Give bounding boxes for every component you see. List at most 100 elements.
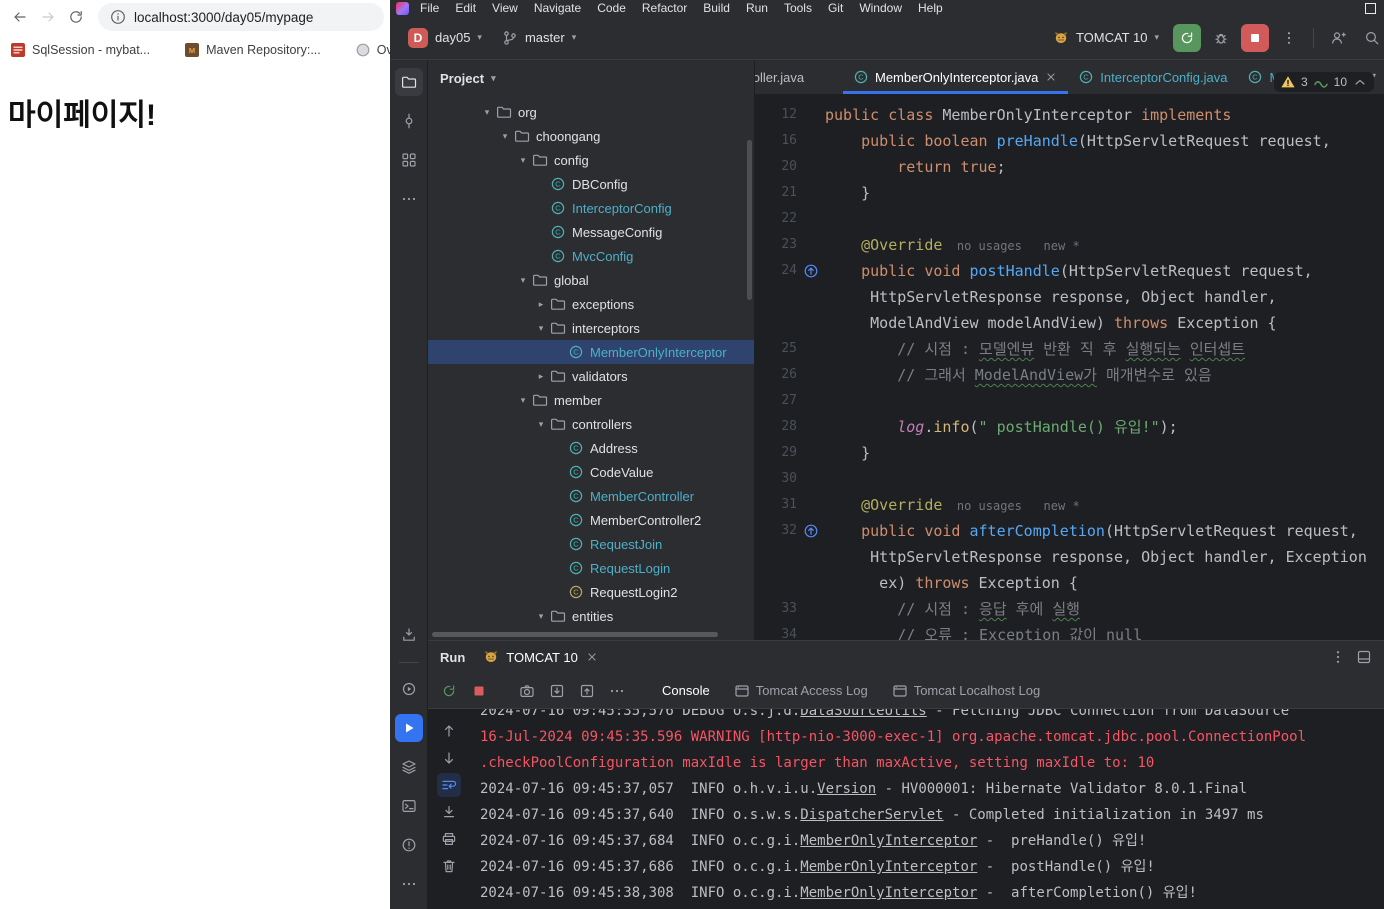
tree-item-entities[interactable]: ▾ entities [428, 604, 754, 628]
menu-edit[interactable]: Edit [448, 1, 483, 15]
dependencies-icon[interactable] [395, 621, 423, 649]
tree-item-exceptions[interactable]: ▸ exceptions [428, 292, 754, 316]
chevron-right-icon[interactable]: ▸ [532, 299, 550, 310]
console-output[interactable]: 2024-07-16 09:45:35,576 DEBUG o.s.j.d.Da… [470, 709, 1384, 909]
tree-item-org[interactable]: ▾ org [428, 100, 754, 124]
tree-item-MemberController2[interactable]: C MemberController2 [428, 508, 754, 532]
menu-build[interactable]: Build [696, 1, 737, 15]
bookmark-item[interactable]: M Maven Repository:... [184, 42, 321, 58]
vertical-scrollbar[interactable] [747, 140, 752, 300]
stop-button[interactable] [1241, 23, 1269, 52]
console-class-link[interactable]: MemberOnlyInterceptor [800, 859, 977, 875]
menu-code[interactable]: Code [590, 1, 633, 15]
tree-item-global[interactable]: ▾ global [428, 268, 754, 292]
console-class-link[interactable]: MemberOnlyInterceptor [800, 833, 977, 849]
tree-item-RequestJoin[interactable]: C RequestJoin [428, 532, 754, 556]
overriding-method-icon[interactable] [797, 518, 825, 544]
thread-dump-button[interactable] [514, 678, 540, 704]
tree-item-interceptors[interactable]: ▾ interceptors [428, 316, 754, 340]
terminal-icon[interactable] [395, 792, 423, 820]
tree-item-MemberController[interactable]: C MemberController [428, 484, 754, 508]
tree-item-member[interactable]: ▾ member [428, 388, 754, 412]
chevron-down-icon[interactable]: ▾ [514, 395, 532, 406]
site-info-icon[interactable] [110, 9, 126, 25]
export-button[interactable] [574, 678, 600, 704]
chevron-down-icon[interactable]: ▾ [532, 611, 550, 622]
import-button[interactable] [544, 678, 570, 704]
bookmark-item[interactable]: Overview [355, 42, 390, 58]
menu-window[interactable]: Window [852, 1, 909, 15]
tree-item-config[interactable]: ▾ config [428, 148, 754, 172]
refresh-button[interactable] [62, 3, 90, 31]
menu-file[interactable]: File [413, 1, 446, 15]
console-tab-console[interactable]: Console [652, 679, 720, 702]
tree-item-MemberOnlyInterceptor[interactable]: C MemberOnlyInterceptor [428, 340, 754, 364]
hide-panel-icon[interactable] [1356, 649, 1372, 665]
inspections-widget[interactable]: 3 10 [1273, 72, 1374, 92]
tree-item-DBConfig[interactable]: C DBConfig [428, 172, 754, 196]
rerun-button[interactable] [436, 678, 462, 704]
horizontal-scrollbar[interactable] [432, 632, 718, 637]
more-button[interactable] [604, 678, 630, 704]
scroll-end-button[interactable] [437, 800, 461, 824]
project-panel-header[interactable]: Project ▾ [428, 60, 754, 96]
more-button[interactable] [1275, 24, 1303, 52]
problems-icon[interactable] [395, 831, 423, 859]
tree-item-RequestLogin[interactable]: C RequestLogin [428, 556, 754, 580]
editor-tab-MemberOnlyInterceptor.java[interactable]: C MemberOnlyInterceptor.java [843, 60, 1069, 94]
services-icon[interactable] [395, 675, 423, 703]
back-button[interactable] [6, 3, 34, 31]
branch-widget[interactable]: master ▾ [494, 25, 584, 51]
print-button[interactable] [437, 827, 461, 851]
chevron-down-icon[interactable]: ▾ [514, 275, 532, 286]
chevron-right-icon[interactable]: ▸ [532, 371, 550, 382]
down-button[interactable] [437, 746, 461, 770]
soft-wrap-button[interactable] [437, 773, 461, 797]
overriding-method-icon[interactable] [797, 258, 825, 284]
menu-tools[interactable]: Tools [777, 1, 819, 15]
maximize-button[interactable] [1365, 2, 1376, 14]
more-icon[interactable] [395, 185, 423, 213]
address-bar[interactable]: localhost:3000/day05/mypage [98, 3, 384, 31]
tree-item-Address[interactable]: C Address [428, 436, 754, 460]
run-tab-tomcat[interactable]: TOMCAT 10 [475, 645, 607, 669]
tree-item-MvcConfig[interactable]: C MvcConfig [428, 244, 754, 268]
chevron-down-icon[interactable]: ▾ [514, 155, 532, 166]
console-class-link[interactable]: DataSourceUtils [800, 709, 926, 719]
more-icon[interactable] [1330, 649, 1346, 665]
project-icon[interactable] [394, 68, 423, 96]
debug-button[interactable] [1207, 24, 1235, 52]
run-config-widget[interactable]: TOMCAT 10 ▾ [1045, 25, 1167, 51]
console-class-link[interactable]: MemberOnlyInterceptor [800, 885, 977, 901]
tree-item-CodeValue[interactable]: C CodeValue [428, 460, 754, 484]
chevron-down-icon[interactable]: ▾ [532, 419, 550, 430]
chevron-down-icon[interactable]: ▾ [478, 107, 496, 118]
structure-icon[interactable] [395, 146, 423, 174]
console-class-link[interactable]: DispatcherServlet [800, 807, 943, 823]
bookmark-item[interactable]: SqlSession - mybat... [10, 42, 150, 58]
console-tab-tomcat-localhost-log[interactable]: Tomcat Localhost Log [882, 679, 1050, 703]
tree-item-controllers[interactable]: ▾ controllers [428, 412, 754, 436]
code-area[interactable]: 12 public class MemberOnlyInterceptor imp… [755, 94, 1384, 640]
project-widget[interactable]: D day05 ▾ [400, 23, 490, 53]
tree-item-validators[interactable]: ▸ validators [428, 364, 754, 388]
chevron-down-icon[interactable]: ▾ [532, 323, 550, 334]
console-class-link[interactable]: Version [817, 781, 876, 797]
menu-refactor[interactable]: Refactor [635, 1, 694, 15]
tree-item-choongang[interactable]: ▾ choongang [428, 124, 754, 148]
more-icon[interactable] [395, 870, 423, 898]
search-everywhere-button[interactable] [1358, 24, 1384, 52]
tree-item-InterceptorConfig[interactable]: C InterceptorConfig [428, 196, 754, 220]
menu-view[interactable]: View [485, 1, 525, 15]
console-tab-tomcat-access-log[interactable]: Tomcat Access Log [724, 679, 878, 703]
rerun-button[interactable] [1173, 23, 1201, 52]
menu-help[interactable]: Help [911, 1, 950, 15]
tree-item-MessageConfig[interactable]: C MessageConfig [428, 220, 754, 244]
clear-button[interactable] [437, 854, 461, 878]
editor-tab-Controller.java[interactable]: Controller.java [755, 60, 843, 94]
commit-icon[interactable] [395, 107, 423, 135]
collapse-icon[interactable] [1352, 74, 1368, 90]
tree-item-RequestLogin2[interactable]: C RequestLogin2 [428, 580, 754, 604]
editor-tab-InterceptorConfig.java[interactable]: C InterceptorConfig.java [1068, 60, 1237, 94]
menu-navigate[interactable]: Navigate [527, 1, 588, 15]
